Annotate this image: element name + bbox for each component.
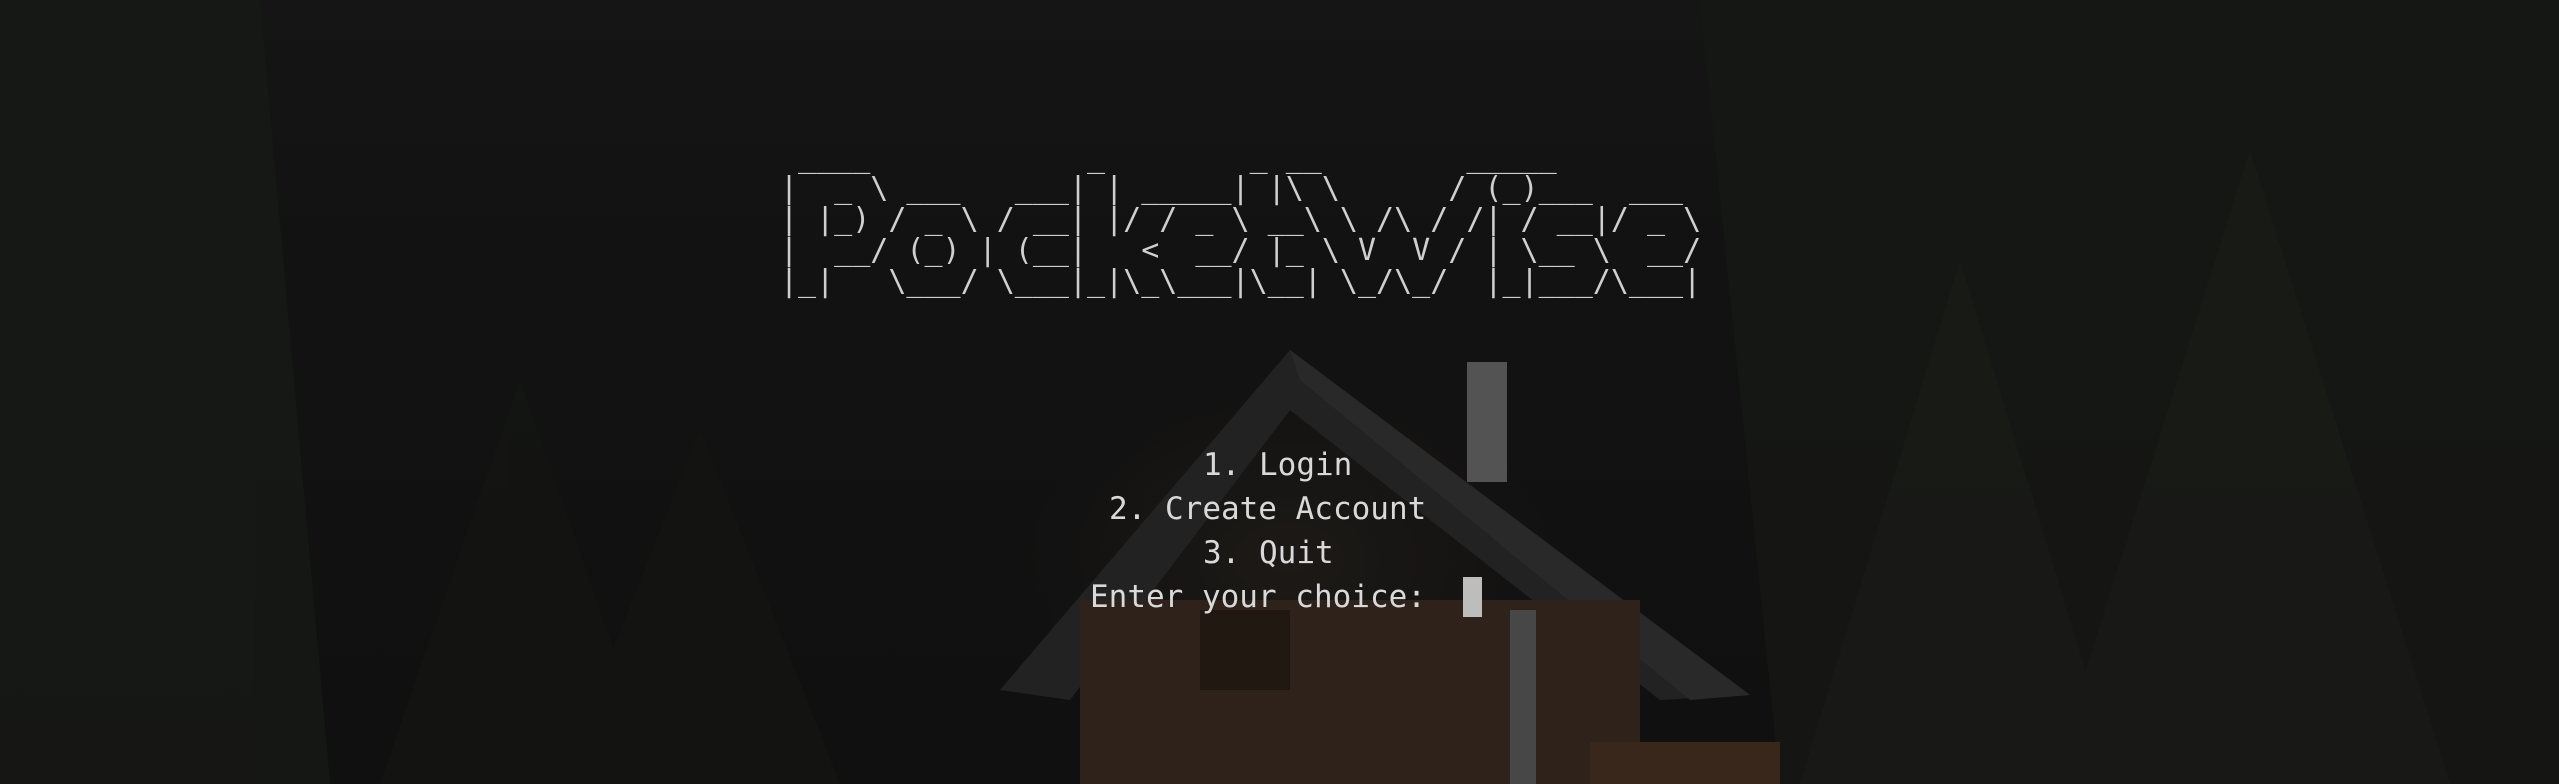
menu-option-quit: 3. Quit [1203, 535, 1334, 571]
ascii-logo-line: | __/ (_) | (__| < __/ |_ \ V V / | \__ … [780, 233, 1702, 268]
ascii-logo-line: ____ _ _ __ _____ [780, 140, 1557, 175]
menu-option-login: 1. Login [1203, 447, 1353, 483]
terminal-content: ____ _ _ __ _____ | _ \ ___ ___| | _____… [0, 0, 2559, 784]
choice-prompt-label: Enter your choice: [1090, 579, 1445, 615]
choice-prompt-row[interactable]: Enter your choice: [1090, 577, 1482, 617]
ascii-logo-line: | |_) / _ \ / __| |/ / _ \ __\ \ /\ / /|… [780, 202, 1702, 237]
menu-option-create-account: 2. Create Account [1109, 491, 1427, 527]
ascii-logo-line: | _ \ ___ ___| | _____| |\ \ / (_)___ __… [780, 171, 1684, 206]
ascii-logo: ____ _ _ __ _____ | _ \ ___ ___| | _____… [780, 142, 1701, 297]
ascii-logo-line: |_| \___/ \___|_|\_\___|\__| \_/\_/ |_|_… [780, 264, 1702, 299]
terminal-window: ____ _ _ __ _____ | _ \ ___ ___| | _____… [0, 0, 2559, 784]
text-cursor[interactable] [1462, 577, 1482, 617]
